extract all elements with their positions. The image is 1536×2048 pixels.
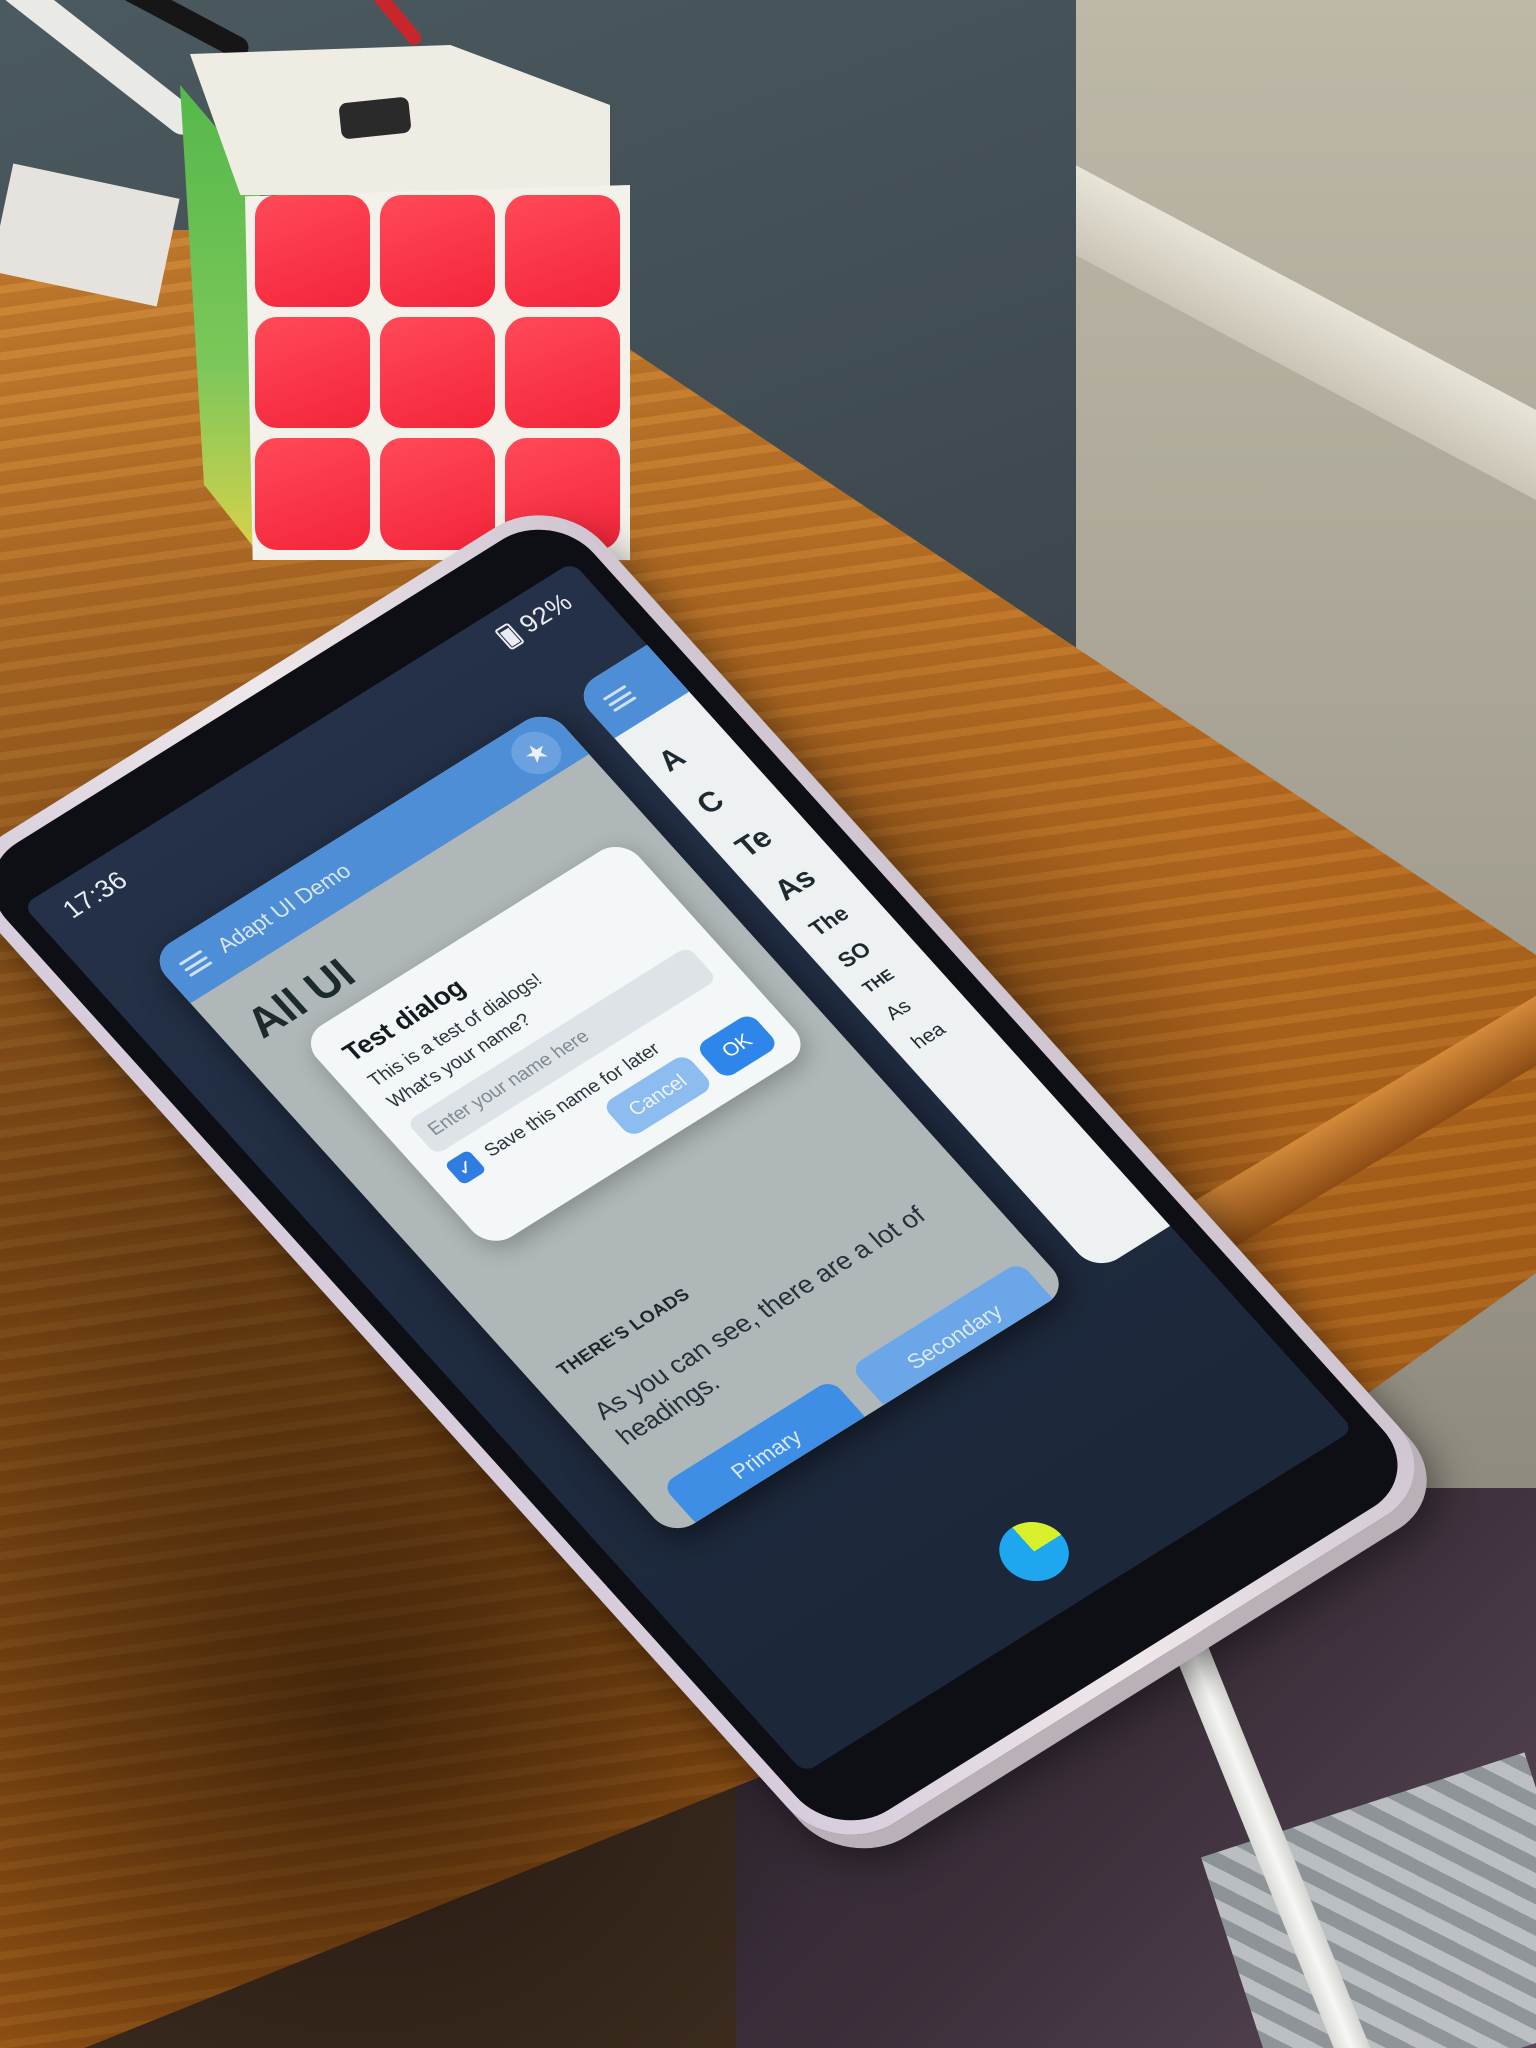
cube-sticker	[505, 316, 620, 429]
cube-sticker	[380, 195, 495, 307]
photo-scene: 17:36 92% Adapt UI Demo ★ All UI THERE'S…	[0, 0, 1536, 2048]
cube-sticker	[380, 438, 495, 550]
home-button-icon[interactable]	[985, 1510, 1083, 1593]
cube-logo	[338, 96, 412, 140]
menu-icon[interactable]	[602, 684, 637, 713]
cube-sticker	[255, 438, 370, 550]
save-name-checkbox[interactable]: ✓	[444, 1149, 487, 1186]
cube-sticker	[505, 195, 620, 307]
menu-icon[interactable]	[178, 949, 213, 978]
cube-sticker	[255, 195, 370, 307]
battery-percent: 92%	[512, 587, 579, 639]
cube-sticker	[255, 316, 370, 429]
battery-charging-icon	[493, 621, 526, 650]
cube-sticker	[380, 316, 495, 429]
